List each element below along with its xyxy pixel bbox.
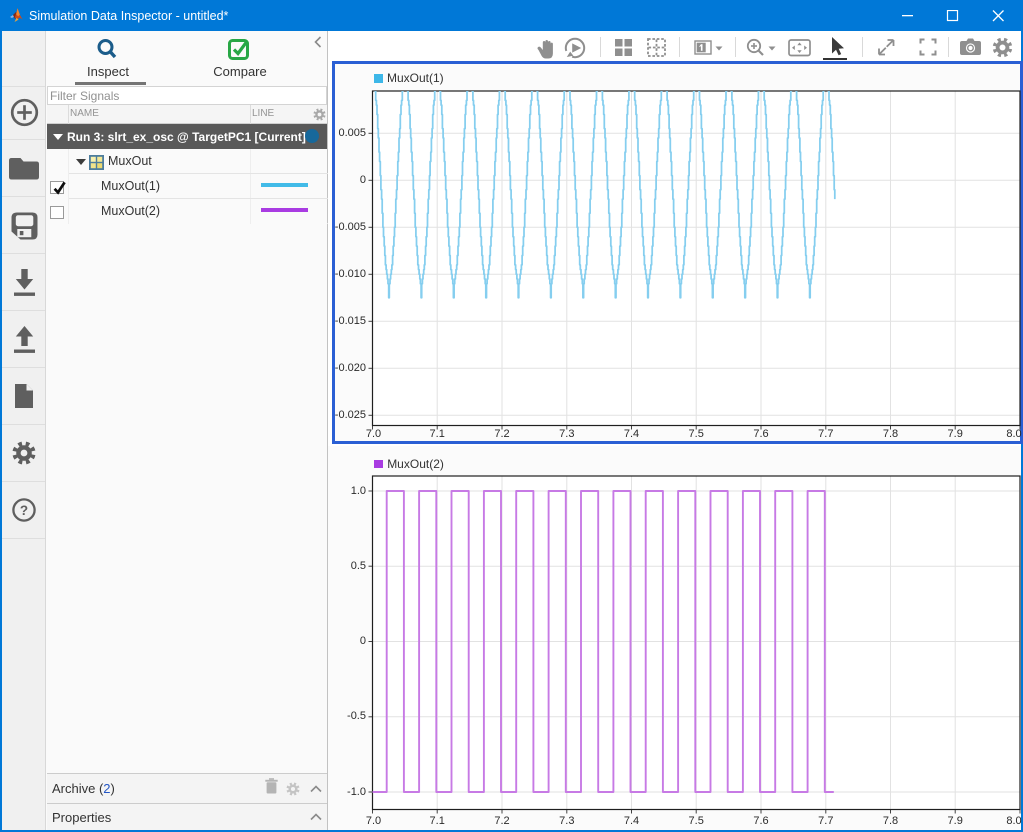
svg-text:?: ? xyxy=(20,503,28,518)
